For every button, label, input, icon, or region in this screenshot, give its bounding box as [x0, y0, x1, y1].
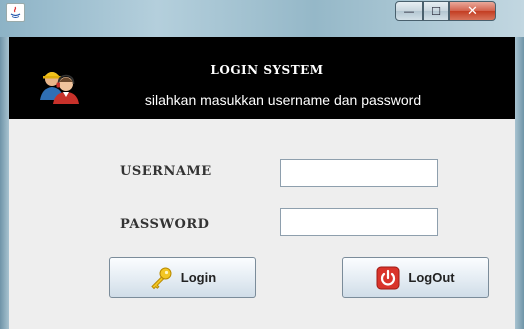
close-button[interactable]: ✕ — [449, 1, 496, 21]
username-input[interactable] — [281, 160, 437, 186]
minimize-button[interactable]: — — [395, 1, 423, 21]
power-icon — [376, 266, 400, 289]
window-frame-right — [515, 37, 524, 329]
window-titlebar[interactable]: — ☐ ✕ — [0, 0, 524, 37]
header-title: LOGIN SYSTEM — [210, 63, 324, 77]
username-label: USERNAME — [120, 164, 212, 179]
window-controls: — ☐ ✕ — [395, 1, 496, 21]
maximize-button[interactable]: ☐ — [423, 1, 449, 21]
logout-button[interactable]: LogOut — [342, 257, 489, 298]
key-icon — [151, 267, 172, 289]
header-subtitle: silahkan masukkan username dan password — [144, 92, 422, 108]
login-button-label: Login — [180, 270, 217, 285]
login-button[interactable]: Login — [109, 257, 256, 298]
password-field[interactable] — [280, 208, 438, 236]
logout-button-label: LogOut — [408, 270, 455, 285]
window-frame-left — [0, 37, 9, 329]
login-header: LOGIN SYSTEM silahkan masukkan username … — [9, 37, 515, 119]
username-field[interactable] — [280, 159, 438, 187]
password-input[interactable] — [281, 209, 437, 235]
login-form: USERNAME PASSWORD Login LogOut — [9, 119, 515, 329]
password-label: PASSWORD — [120, 217, 210, 232]
java-app-icon — [6, 3, 25, 22]
